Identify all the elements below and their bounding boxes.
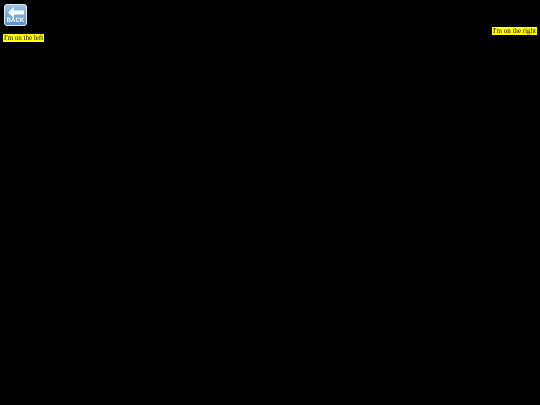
left-arrow-icon bbox=[8, 7, 24, 18]
back-label: BACK bbox=[6, 18, 25, 24]
left-note: I'm on the left bbox=[3, 34, 45, 42]
right-note: I'm on the right bbox=[491, 27, 537, 35]
page: BACK I'm on the right I'm on the left bbox=[0, 0, 540, 405]
back-button[interactable]: BACK bbox=[4, 4, 27, 26]
